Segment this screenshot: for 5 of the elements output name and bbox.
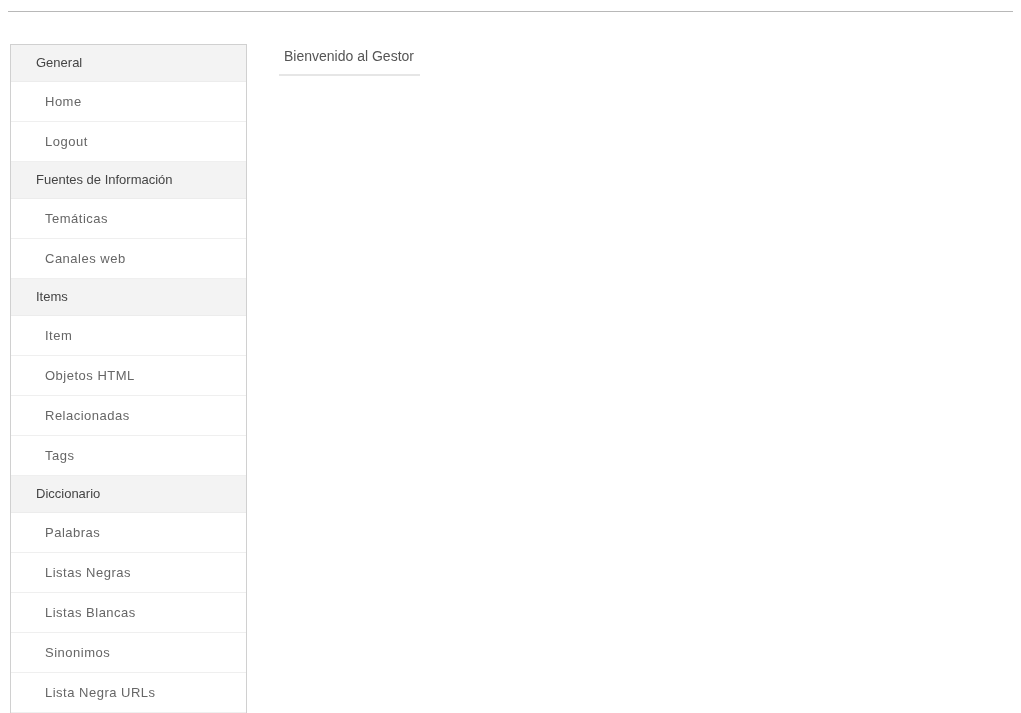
page-title: Bienvenido al Gestor bbox=[279, 46, 420, 76]
section-heading: Items bbox=[11, 279, 246, 316]
section-heading: Fuentes de Información bbox=[11, 162, 246, 199]
section-heading: General bbox=[11, 45, 246, 82]
section-heading: Diccionario bbox=[11, 476, 246, 513]
